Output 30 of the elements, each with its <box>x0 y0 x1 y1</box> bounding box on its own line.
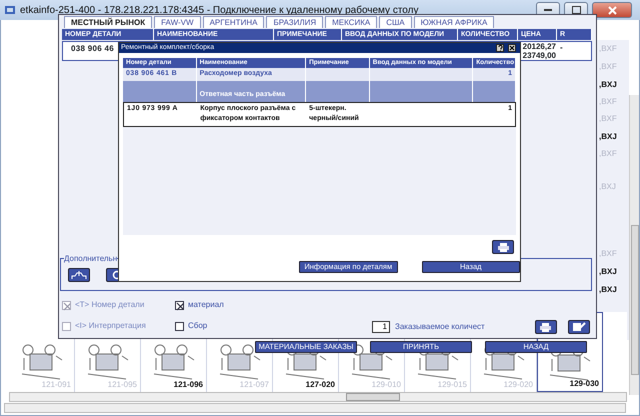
checkbox-label: <T> Номер детали <box>75 299 144 311</box>
thumbnail-label: 127-020 <box>306 379 335 391</box>
model-code: ,BXJ <box>599 79 617 91</box>
thumbnail-label: 129-020 <box>504 379 533 391</box>
model-code: ,BXF <box>599 61 617 73</box>
thumbnail-label: 129-010 <box>372 379 401 391</box>
price-text: 20126,27 <box>522 42 556 51</box>
model-code: ,BXJ <box>599 181 616 193</box>
thumbnail-label: 129-030 <box>570 378 599 390</box>
group-label: Дополнительн <box>64 253 118 265</box>
thumbnail-label: 121-096 <box>174 379 203 391</box>
thumbnail-label: 129-015 <box>438 379 467 391</box>
model-code: ,BXJ <box>599 266 617 278</box>
part-number-cell-text: 038 906 46 <box>70 43 114 55</box>
model-code: ,BXJ <box>599 131 617 143</box>
model-code: ,BXF <box>599 148 617 160</box>
model-code: ,BXF <box>599 96 617 108</box>
quantity-label: Заказываемое количест <box>395 321 485 333</box>
window-title: etkainfo-251-400 - 178.218.221.178:4345 - Подключение к удаленному рабочему столу <box>20 4 420 18</box>
checkbox-label: материал <box>188 299 224 311</box>
model-code: ,BXF <box>599 43 617 55</box>
price-text: 23749,00 <box>522 51 556 60</box>
thumbnail-label: 121-097 <box>240 379 269 391</box>
thumbnail-label: 121-095 <box>108 379 137 391</box>
model-code: ,BXF <box>599 248 617 260</box>
model-code: ,BXF <box>599 113 617 125</box>
r-cell: - <box>560 43 563 52</box>
checkbox-label: Сбор <box>188 320 208 332</box>
thumbnail-label: 121-091 <box>42 379 71 391</box>
model-code: ,BXJ <box>599 284 617 296</box>
